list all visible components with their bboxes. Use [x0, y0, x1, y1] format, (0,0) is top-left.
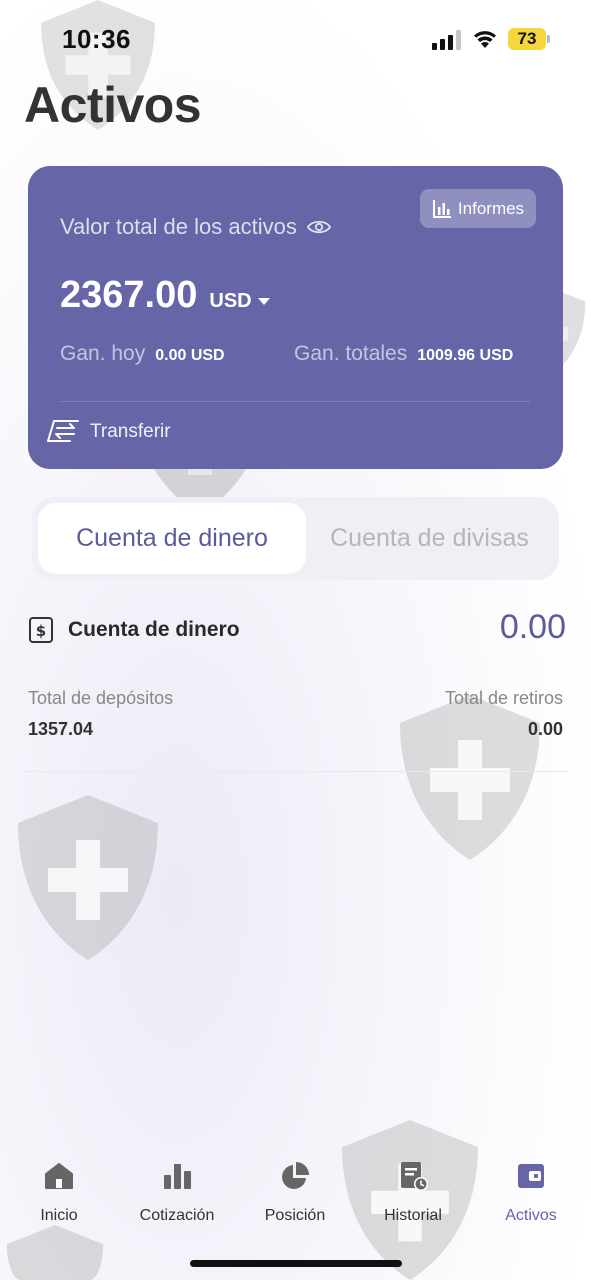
withdrawals-label: Total de retiros — [444, 688, 563, 708]
home-indicator — [190, 1260, 402, 1267]
total-assets-label-row: Valor total de los activos — [60, 214, 331, 240]
total-assets-row: 2367.00 USD — [60, 274, 270, 317]
pie-chart-icon — [282, 1162, 309, 1189]
tab-inicio[interactable]: Inicio — [0, 1160, 118, 1225]
svg-text:$: $ — [36, 622, 46, 640]
status-bar: 10:36 73 — [0, 0, 591, 80]
total-assets-label: Valor total de los activos — [60, 214, 297, 239]
tab-cotizacion[interactable]: Cotización — [118, 1160, 236, 1225]
gains-row: Gan. hoy 0.00 USD Gan. totales 1009.96 U… — [60, 342, 550, 366]
status-time: 10:36 — [62, 24, 131, 54]
tab-currency-account[interactable]: Cuenta de divisas — [306, 503, 553, 574]
card-divider — [60, 401, 530, 402]
battery-indicator: 73 — [508, 28, 550, 50]
account-type-tabs: Cuenta de dinero Cuenta de divisas — [32, 497, 559, 580]
currency-selector[interactable]: USD — [209, 290, 270, 313]
today-gain: Gan. hoy 0.00 USD — [60, 342, 294, 366]
transfer-button[interactable]: Transferir — [44, 419, 171, 445]
transfer-label: Transferir — [90, 421, 171, 442]
total-gain: Gan. totales 1009.96 USD — [294, 342, 513, 366]
bottom-tab-bar: Inicio Cotización Posición Historial Act… — [0, 1160, 591, 1240]
section-divider — [24, 771, 568, 772]
watermark-shield-icon — [18, 795, 158, 960]
reports-button[interactable]: Informes — [420, 189, 536, 228]
tab-label: Activos — [505, 1207, 557, 1224]
currency-label: USD — [209, 290, 252, 312]
asset-summary-card: Informes Valor total de los activos 2367… — [28, 166, 563, 469]
chevron-down-icon — [257, 298, 270, 305]
report-chart-icon — [432, 199, 451, 218]
total-assets-value: 2367.00 — [60, 274, 198, 316]
today-gain-value: 0.00 USD — [155, 347, 225, 364]
tab-label: Cotización — [139, 1207, 215, 1224]
account-title: Cuenta de dinero — [68, 618, 240, 641]
deposits-label: Total de depósitos — [28, 688, 174, 708]
home-icon — [45, 1163, 73, 1189]
tab-historial[interactable]: Historial — [354, 1160, 472, 1225]
eye-icon[interactable] — [306, 219, 331, 235]
total-gain-value: 1009.96 USD — [417, 347, 514, 364]
tab-activos[interactable]: Activos — [472, 1160, 590, 1225]
wifi-icon — [474, 31, 496, 48]
tab-label: Posición — [264, 1207, 326, 1224]
withdrawals-value: 0.00 — [527, 719, 563, 739]
tab-cash-account[interactable]: Cuenta de dinero — [38, 503, 306, 574]
deposits-value: 1357.04 — [28, 719, 94, 739]
tab-posicion[interactable]: Posición — [236, 1160, 354, 1225]
battery-level: 73 — [517, 29, 537, 48]
cash-account-header: $ Cuenta de dinero 0.00 — [28, 608, 566, 650]
dollar-document-icon: $ — [29, 617, 53, 643]
withdrawals-stat: Total de retiros 0.00 — [445, 688, 563, 740]
wallet-icon — [518, 1164, 544, 1188]
bar-chart-icon — [164, 1164, 191, 1189]
account-balance: 0.00 — [499, 608, 566, 646]
tab-label: Historial — [384, 1207, 442, 1224]
history-icon — [401, 1162, 428, 1191]
tab-label: Inicio — [40, 1207, 78, 1224]
cellular-signal-icon — [432, 30, 461, 50]
reports-label: Informes — [457, 198, 525, 218]
today-gain-label: Gan. hoy — [60, 342, 146, 365]
total-gain-label: Gan. totales — [294, 342, 408, 365]
page-title: Activos — [24, 77, 202, 133]
transfer-icon — [47, 420, 79, 442]
deposits-stat: Total de depósitos 1357.04 — [28, 688, 173, 740]
